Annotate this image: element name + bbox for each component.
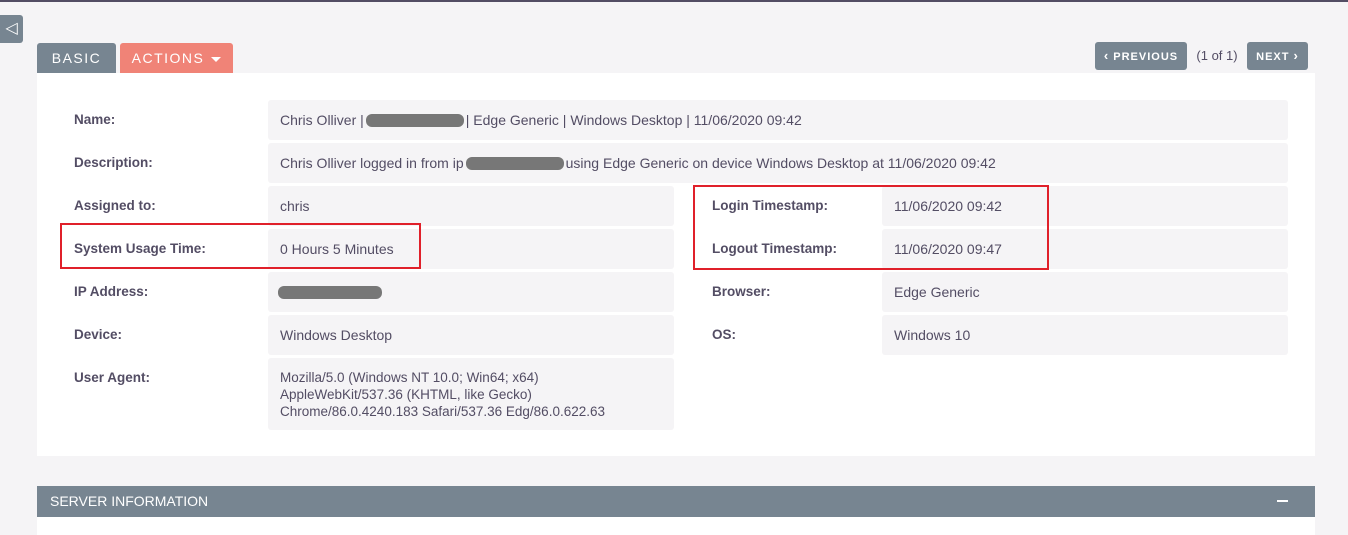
user-agent-line: AppleWebKit/537.36 (KHTML, like Gecko)	[280, 387, 532, 402]
os-label: OS:	[712, 327, 737, 342]
user-agent-line: Mozilla/5.0 (Windows NT 10.0; Win64; x64…	[280, 370, 539, 385]
assigned-to-label: Assigned to:	[74, 198, 156, 213]
highlight-box-timestamps	[693, 185, 1049, 270]
name-value-start: Chris Olliver |	[280, 112, 364, 128]
device-label: Device:	[74, 327, 123, 342]
server-information-body	[37, 517, 1315, 535]
description-value-end: using Edge Generic on device Windows Des…	[565, 155, 996, 171]
device-value: Windows Desktop	[268, 315, 674, 355]
redacted-block	[465, 156, 564, 170]
redacted-block	[365, 113, 464, 127]
name-value: Chris Olliver | | Edge Generic | Windows…	[268, 100, 1288, 140]
previous-label: PREVIOUS	[1113, 51, 1179, 63]
os-text: Windows 10	[894, 327, 971, 343]
previous-button[interactable]: ‹ PREVIOUS	[1095, 42, 1187, 70]
os-value: Windows 10	[882, 315, 1288, 355]
ip-address-label: IP Address:	[74, 284, 149, 299]
user-agent-label: User Agent:	[74, 370, 151, 385]
server-information-header[interactable]: SERVER INFORMATION	[37, 486, 1315, 517]
chevron-right-icon: ›	[1293, 48, 1299, 63]
top-border	[0, 0, 1348, 2]
collapse-minus-icon[interactable]	[1277, 500, 1288, 502]
description-value: Chris Olliver logged in from ip using Ed…	[268, 143, 1288, 183]
description-value-start: Chris Olliver logged in from ip	[280, 155, 464, 171]
user-agent-value: Mozilla/5.0 (Windows NT 10.0; Win64; x64…	[268, 358, 674, 430]
chevron-left-icon: ‹	[1103, 48, 1110, 63]
pager-count: (1 of 1)	[1196, 48, 1238, 63]
name-value-end: | Edge Generic | Windows Desktop | 11/06…	[465, 112, 802, 128]
caret-down-icon	[211, 56, 222, 62]
server-information-title: SERVER INFORMATION	[50, 493, 209, 509]
ip-address-value	[268, 272, 674, 312]
browser-value: Edge Generic	[882, 272, 1288, 312]
tab-actions[interactable]: ACTIONS	[120, 43, 233, 73]
description-label: Description:	[74, 155, 153, 170]
next-label: NEXT	[1256, 51, 1290, 63]
detail-panel: Name: Chris Olliver | | Edge Generic | W…	[37, 73, 1315, 456]
redacted-block	[278, 285, 382, 299]
name-label: Name:	[74, 112, 116, 127]
next-button[interactable]: NEXT ›	[1247, 42, 1308, 70]
device-text: Windows Desktop	[280, 327, 393, 343]
assigned-to-value: chris	[268, 186, 674, 226]
assigned-to-text: chris	[280, 198, 310, 214]
tab-basic[interactable]: BASIC	[37, 43, 116, 73]
browser-text: Edge Generic	[894, 284, 980, 300]
user-agent-line: Chrome/86.0.4240.183 Safari/537.36 Edg/8…	[280, 404, 605, 419]
collapse-sidebar-icon[interactable]: ◁	[0, 15, 23, 43]
tab-actions-label: ACTIONS	[131, 50, 205, 66]
highlight-box-usage	[60, 223, 421, 269]
browser-label: Browser:	[712, 284, 771, 299]
